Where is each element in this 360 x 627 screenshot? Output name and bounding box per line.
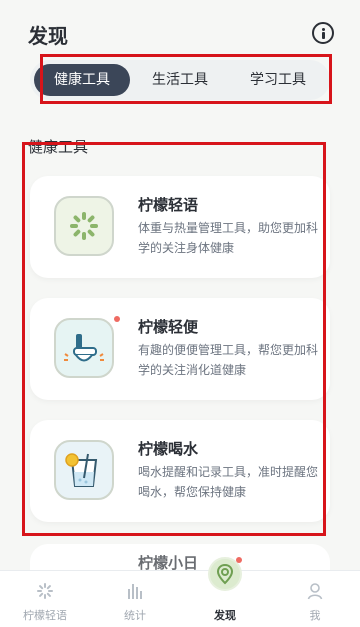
- nav-label: 柠檬轻语: [23, 609, 67, 622]
- bottom-nav: 柠檬轻语 统计 发现 我: [0, 557, 360, 627]
- cards-highlight-frame: [22, 142, 326, 536]
- bar-chart-icon: [128, 584, 142, 599]
- nav-item-discover[interactable]: 发现: [180, 557, 270, 627]
- user-icon: [307, 583, 323, 600]
- header: 发现: [0, 0, 360, 56]
- location-pin-icon: [216, 563, 234, 585]
- notification-dot: [236, 557, 242, 563]
- nav-item-lemon-qingyu[interactable]: 柠檬轻语: [0, 571, 90, 627]
- nav-item-me[interactable]: 我: [270, 571, 360, 627]
- page-title: 发现: [28, 24, 68, 48]
- nav-label: 发现: [214, 609, 236, 622]
- nav-label: 我: [309, 609, 321, 622]
- lemon-slice-icon: [37, 583, 53, 599]
- nav-item-stats[interactable]: 统计: [90, 571, 180, 627]
- info-icon[interactable]: [312, 22, 334, 44]
- tabs-highlight-frame: [40, 54, 332, 104]
- nav-label: 统计: [124, 609, 146, 622]
